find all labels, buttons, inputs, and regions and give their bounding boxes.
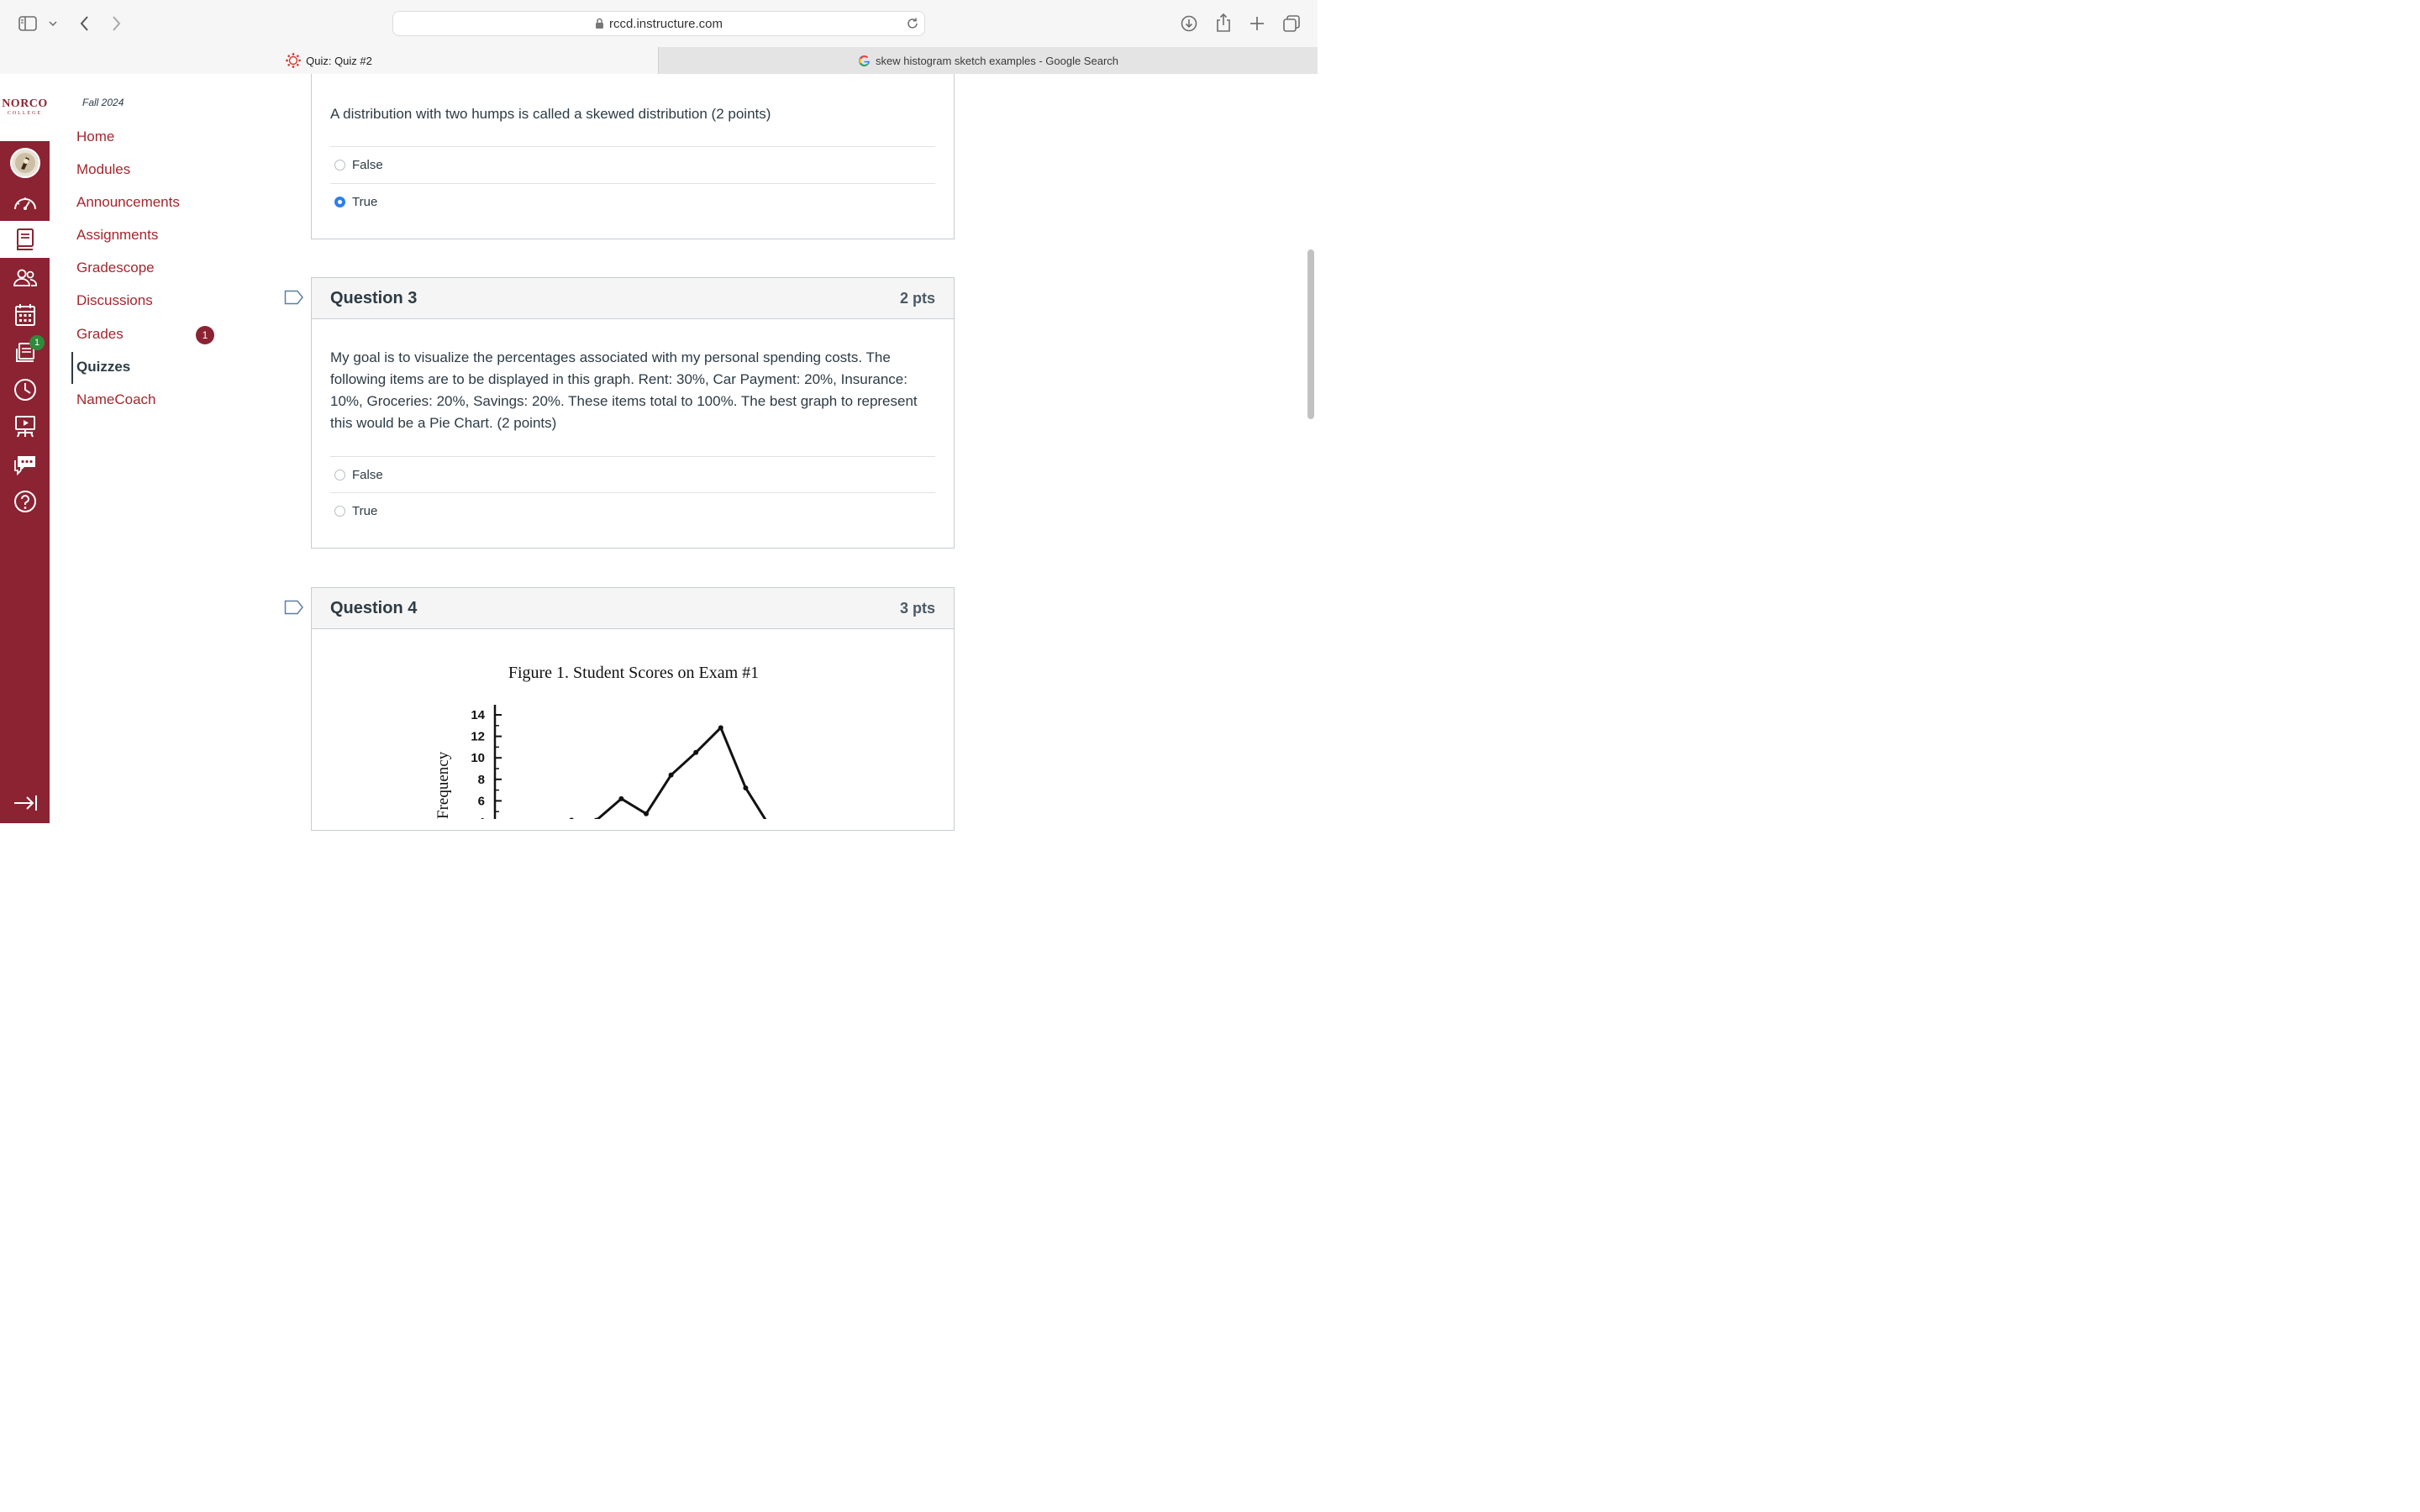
question-points: 3 pts <box>899 599 935 617</box>
radio-button-selected[interactable] <box>334 197 345 207</box>
radio-button[interactable] <box>334 470 345 480</box>
google-g-icon <box>858 55 871 67</box>
tab-google-search[interactable]: skew histogram sketch examples - Google … <box>658 47 1318 74</box>
data-point <box>693 749 699 755</box>
answer-option-false[interactable]: False <box>330 146 935 183</box>
norco-college-logo[interactable]: NORCO COLLEGE <box>0 74 50 141</box>
answer-option-false[interactable]: False <box>330 456 935 493</box>
groups-icon[interactable] <box>0 259 50 296</box>
flag-question-icon[interactable] <box>284 600 304 615</box>
lock-icon <box>595 18 604 29</box>
question-text: A distribution with two humps is called … <box>330 106 771 122</box>
chevron-down-icon[interactable] <box>47 17 59 30</box>
data-point <box>718 725 723 731</box>
y-axis-label: Frequency <box>434 751 452 819</box>
studio-icon[interactable] <box>0 408 50 445</box>
question-2-card: A distribution with two humps is called … <box>311 74 955 239</box>
history-icon[interactable] <box>0 371 50 408</box>
tab-quiz[interactable]: Quiz: Quiz #2 <box>0 47 658 74</box>
question-title: Question 3 <box>330 288 418 307</box>
y-tick-label: 14 <box>471 708 485 722</box>
download-icon[interactable] <box>1179 13 1199 34</box>
logo-subtext: COLLEGE <box>7 111 43 116</box>
tab-overview-icon[interactable] <box>1281 13 1302 34</box>
logo-text: NORCO <box>2 97 48 110</box>
url-bar[interactable]: rccd.instructure.com <box>392 11 925 36</box>
course-nav-discussions[interactable]: Discussions <box>76 292 153 309</box>
calendar-icon[interactable] <box>0 297 50 333</box>
commons-icon[interactable] <box>0 446 50 483</box>
y-tick-label: 12 <box>471 730 485 744</box>
flag-question-icon[interactable] <box>284 290 304 305</box>
reload-icon[interactable] <box>906 17 919 30</box>
page-scrollbar-thumb[interactable] <box>1307 249 1314 419</box>
inbox-icon[interactable]: 1 <box>0 333 50 370</box>
course-nav-grades[interactable]: Grades <box>76 326 124 343</box>
course-nav-gradescope[interactable]: Gradescope <box>76 260 155 276</box>
question-4-card: Question 4 3 pts Figure 1. Student Score… <box>311 587 955 831</box>
grades-badge: 1 <box>196 326 214 344</box>
inbox-unread-badge: 1 <box>29 335 45 350</box>
frequency-line <box>571 726 767 819</box>
y-tick-label: 4 <box>478 816 486 819</box>
data-point <box>618 795 624 801</box>
question-header: Question 3 2 pts <box>312 278 954 319</box>
term-label: Fall 2024 <box>82 97 124 108</box>
collapse-nav-icon[interactable] <box>0 785 50 822</box>
question-text: My goal is to visualize the percentages … <box>330 349 918 431</box>
data-point <box>743 785 749 791</box>
courses-icon[interactable] <box>0 221 50 258</box>
course-nav-modules[interactable]: Modules <box>76 161 130 178</box>
tab-label: Quiz: Quiz #2 <box>306 54 372 67</box>
new-tab-icon[interactable] <box>1247 13 1267 34</box>
sidebar-toggle-icon[interactable] <box>17 13 39 34</box>
global-nav: NORCO COLLEGE 1 <box>0 74 50 823</box>
data-point <box>569 817 574 819</box>
course-nav-namecoach[interactable]: NameCoach <box>76 391 156 408</box>
help-icon[interactable] <box>0 483 50 520</box>
course-nav-assignments[interactable]: Assignments <box>76 227 158 244</box>
forward-icon[interactable] <box>108 13 124 34</box>
question-points: 2 pts <box>899 289 935 307</box>
browser-toolbar: rccd.instructure.com <box>0 0 1318 47</box>
share-icon[interactable] <box>1213 12 1234 34</box>
course-nav-home[interactable]: Home <box>76 129 114 145</box>
question-3-card: Question 3 2 pts My goal is to visualize… <box>311 277 955 549</box>
radio-button[interactable] <box>334 506 345 517</box>
page-scrollbar-track[interactable] <box>1304 74 1318 823</box>
question-header: Question 4 3 pts <box>312 588 954 629</box>
answer-label: False <box>352 468 383 482</box>
tab-bar: Quiz: Quiz #2 skew histogram sketch exam… <box>0 47 1318 74</box>
course-nav-quizzes[interactable]: Quizzes <box>76 359 130 375</box>
figure-title: Figure 1. Student Scores on Exam #1 <box>508 664 760 682</box>
dashboard-icon[interactable] <box>0 184 50 221</box>
answer-label: False <box>352 158 383 172</box>
data-point <box>668 772 674 778</box>
course-nav-announcements[interactable]: Announcements <box>76 194 180 211</box>
active-indicator <box>71 352 73 384</box>
canvas-logo-icon <box>286 53 302 68</box>
avatar <box>9 148 40 178</box>
answer-option-true[interactable]: True <box>330 492 935 529</box>
account-avatar[interactable] <box>0 144 50 181</box>
question-title: Question 4 <box>330 598 418 617</box>
answer-label: True <box>352 195 378 209</box>
answer-option-true[interactable]: True <box>330 183 935 220</box>
answer-label: True <box>352 504 378 518</box>
y-tick-label: 6 <box>478 794 485 808</box>
back-icon[interactable] <box>76 13 92 34</box>
data-point <box>644 811 649 816</box>
exam-scores-chart: Frequency 14 12 10 8 6 4 <box>434 705 767 819</box>
y-tick-label: 10 <box>471 751 485 765</box>
radio-button[interactable] <box>334 160 345 171</box>
y-tick-label: 8 <box>478 773 485 787</box>
tab-label: skew histogram sketch examples - Google … <box>875 54 1118 67</box>
url-text: rccd.instructure.com <box>608 16 723 31</box>
